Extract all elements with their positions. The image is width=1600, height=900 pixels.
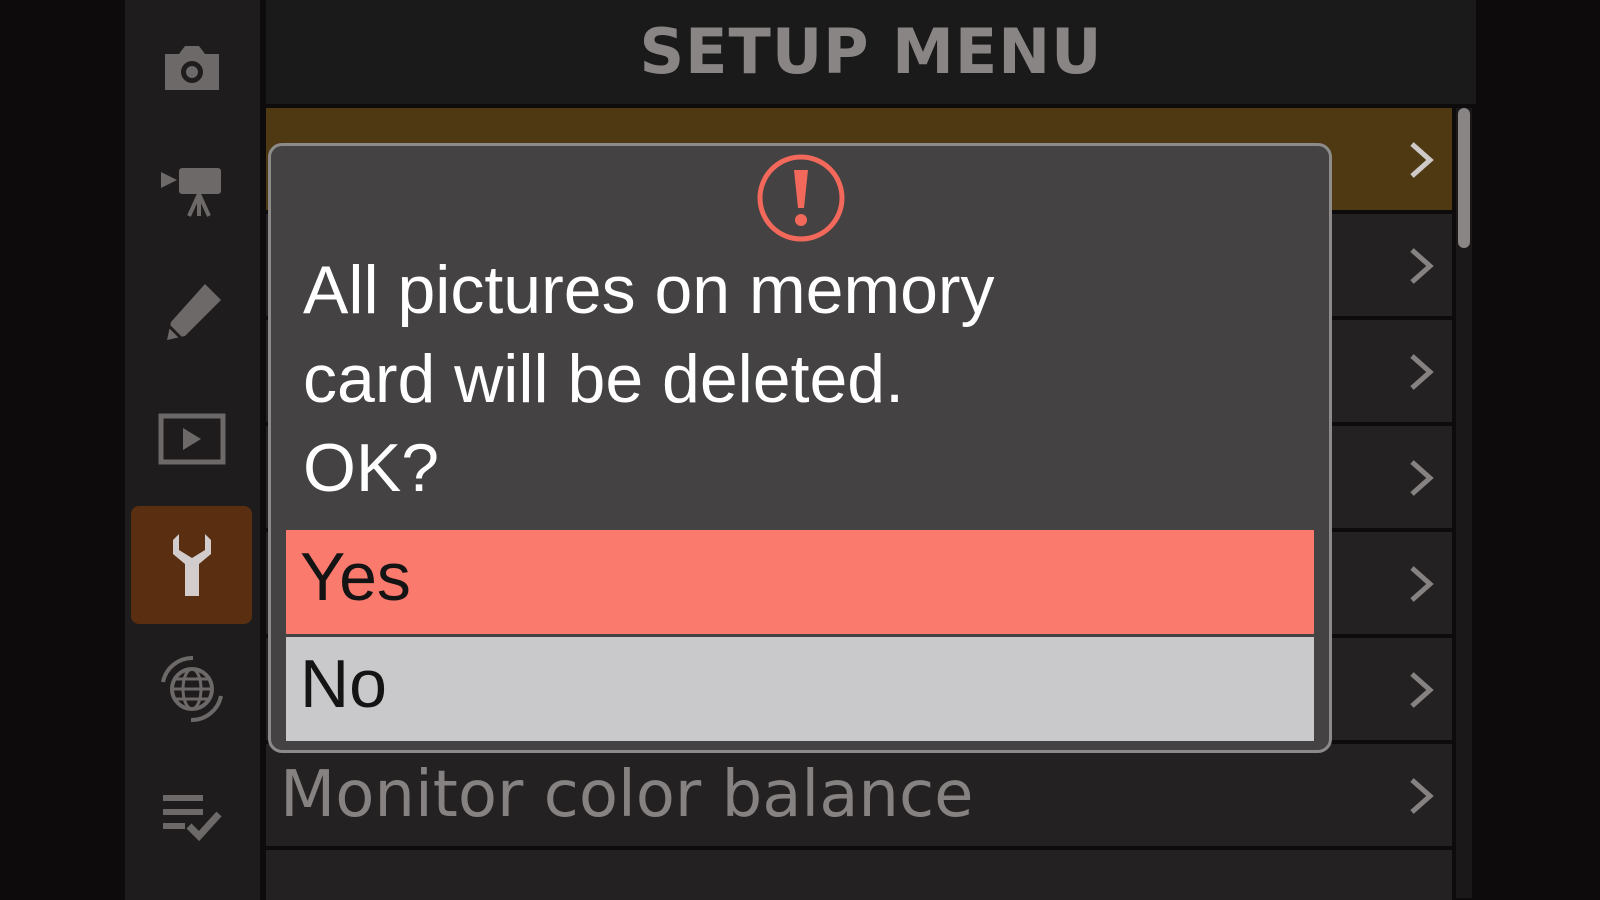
chevron-right-icon <box>1410 460 1434 496</box>
tab-photo-shooting[interactable] <box>131 6 252 124</box>
menu-item-7[interactable] <box>266 850 1452 900</box>
chevron-right-icon <box>1410 566 1434 602</box>
tab-playback[interactable] <box>131 380 252 498</box>
menu-scrollbar[interactable] <box>1456 108 1472 898</box>
warning-exclamation-icon <box>757 154 845 242</box>
camera-icon <box>164 46 219 90</box>
tab-custom-settings[interactable] <box>131 254 252 372</box>
tab-network[interactable] <box>131 630 252 748</box>
chevron-right-icon <box>1410 778 1434 814</box>
menu-item-label: Monitor color balance <box>280 758 974 832</box>
tab-movie-recording[interactable] <box>131 130 252 248</box>
no-option-label: No <box>300 646 387 722</box>
chevron-right-icon <box>1410 142 1434 178</box>
dialog-message-line: All pictures on memory <box>303 252 995 328</box>
pencil-icon <box>166 284 221 340</box>
menu-tab-sidebar <box>125 0 260 900</box>
movie-camera-icon <box>160 168 221 217</box>
no-option[interactable]: No <box>286 637 1314 741</box>
yes-option-label: Yes <box>300 539 411 615</box>
camera-screen: SETUP MENU Monitor color balance All pic… <box>0 0 1600 900</box>
menu-item-monitor-color-balance[interactable]: Monitor color balance <box>266 744 1452 846</box>
tab-my-menu[interactable] <box>131 756 252 874</box>
scrollbar-thumb[interactable] <box>1458 108 1470 248</box>
wrench-icon <box>172 534 211 596</box>
chevron-right-icon <box>1410 354 1434 390</box>
tab-setup[interactable] <box>131 506 252 624</box>
my-menu-checklist-icon <box>162 795 222 842</box>
chevron-right-icon <box>1410 672 1434 708</box>
page-title: SETUP MENU <box>639 14 1103 88</box>
format-confirm-dialog: All pictures on memory card will be dele… <box>268 143 1332 753</box>
globe-icon <box>160 655 223 723</box>
dialog-message-line: OK? <box>303 430 440 506</box>
yes-option[interactable]: Yes <box>286 530 1314 634</box>
dialog-message: All pictures on memory card will be dele… <box>303 246 1103 513</box>
menu-header: SETUP MENU <box>266 0 1476 104</box>
dialog-message-line: card will be deleted. <box>303 341 905 417</box>
chevron-right-icon <box>1410 248 1434 284</box>
playback-icon <box>158 413 225 465</box>
